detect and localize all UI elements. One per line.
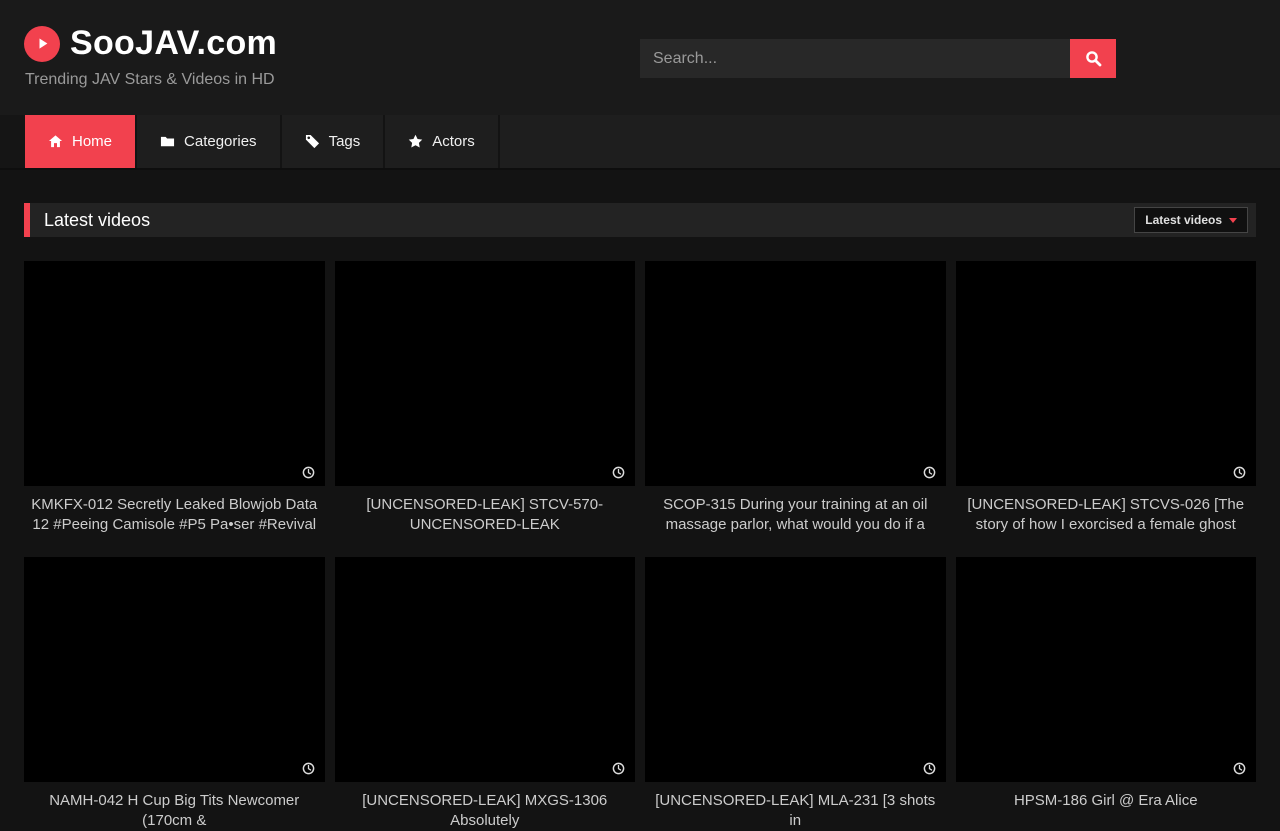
search-button[interactable] [1070, 39, 1116, 78]
section-accent-stripe [24, 203, 30, 237]
nav-item-label: Actors [432, 133, 475, 150]
site-logo[interactable]: SooJAV.com [24, 24, 277, 63]
sort-dropdown-button[interactable]: Latest videos [1134, 207, 1248, 233]
nav-item-label: Tags [329, 133, 361, 150]
video-card[interactable]: HPSM-186 Girl @ Era Alice [956, 557, 1257, 831]
star-icon [408, 134, 423, 149]
clock-icon [302, 762, 315, 775]
nav-item-label: Home [72, 133, 112, 150]
clock-icon [1233, 762, 1246, 775]
video-title[interactable]: SCOP-315 During your training at an oil … [645, 495, 946, 535]
tag-icon [305, 134, 320, 149]
clock-icon [612, 466, 625, 479]
video-card[interactable]: [UNCENSORED-LEAK] STCV-570-UNCENSORED-LE… [335, 261, 636, 535]
sort-dropdown-label: Latest videos [1145, 213, 1222, 227]
clock-icon [302, 466, 315, 479]
video-thumbnail[interactable] [335, 261, 636, 486]
video-thumbnail[interactable] [645, 261, 946, 486]
video-title[interactable]: [UNCENSORED-LEAK] MLA-231 [3 shots in [645, 791, 946, 831]
video-thumbnail[interactable] [645, 557, 946, 782]
video-title[interactable]: NAMH-042 H Cup Big Tits Newcomer (170cm … [24, 791, 325, 831]
video-grid: KMKFX-012 Secretly Leaked Blowjob Data 1… [24, 261, 1256, 831]
video-card[interactable]: KMKFX-012 Secretly Leaked Blowjob Data 1… [24, 261, 325, 535]
clock-icon [923, 466, 936, 479]
video-thumbnail[interactable] [956, 557, 1257, 782]
main-content: Latest videos Latest videos KMKFX-012 Se… [24, 203, 1256, 831]
search-form [640, 39, 1116, 78]
video-thumbnail[interactable] [335, 557, 636, 782]
clock-icon [612, 762, 625, 775]
folder-icon [160, 134, 175, 149]
home-icon [48, 134, 63, 149]
video-card[interactable]: NAMH-042 H Cup Big Tits Newcomer (170cm … [24, 557, 325, 831]
search-icon [1085, 50, 1102, 67]
video-card[interactable]: [UNCENSORED-LEAK] STCVS-026 [The story o… [956, 261, 1257, 535]
video-title[interactable]: [UNCENSORED-LEAK] STCV-570-UNCENSORED-LE… [335, 495, 636, 535]
video-card[interactable]: SCOP-315 During your training at an oil … [645, 261, 946, 535]
brand-tagline: Trending JAV Stars & Videos in HD [25, 71, 275, 89]
search-input[interactable] [640, 39, 1070, 78]
main-nav: Home Categories Tags Actors [0, 115, 1280, 170]
video-thumbnail[interactable] [24, 261, 325, 486]
video-thumbnail[interactable] [956, 261, 1257, 486]
video-thumbnail[interactable] [24, 557, 325, 782]
section-title: Latest videos [44, 210, 150, 231]
nav-item-tags[interactable]: Tags [280, 115, 384, 168]
nav-item-label: Categories [184, 133, 257, 150]
video-title[interactable]: [UNCENSORED-LEAK] MXGS-1306 Absolutely [335, 791, 636, 831]
play-icon [24, 26, 60, 62]
video-title[interactable]: [UNCENSORED-LEAK] STCVS-026 [The story o… [956, 495, 1257, 535]
nav-item-home[interactable]: Home [25, 115, 135, 168]
nav-item-actors[interactable]: Actors [383, 115, 498, 168]
site-header: SooJAV.com Trending JAV Stars & Videos i… [0, 0, 1280, 115]
section-header: Latest videos Latest videos [24, 203, 1256, 237]
video-card[interactable]: [UNCENSORED-LEAK] MLA-231 [3 shots in [645, 557, 946, 831]
caret-down-icon [1229, 218, 1237, 223]
clock-icon [1233, 466, 1246, 479]
video-card[interactable]: [UNCENSORED-LEAK] MXGS-1306 Absolutely [335, 557, 636, 831]
nav-filler [498, 115, 1280, 168]
video-title[interactable]: HPSM-186 Girl @ Era Alice [956, 791, 1257, 811]
brand-name[interactable]: SooJAV.com [70, 24, 277, 63]
video-title[interactable]: KMKFX-012 Secretly Leaked Blowjob Data 1… [24, 495, 325, 535]
nav-item-categories[interactable]: Categories [135, 115, 280, 168]
clock-icon [923, 762, 936, 775]
